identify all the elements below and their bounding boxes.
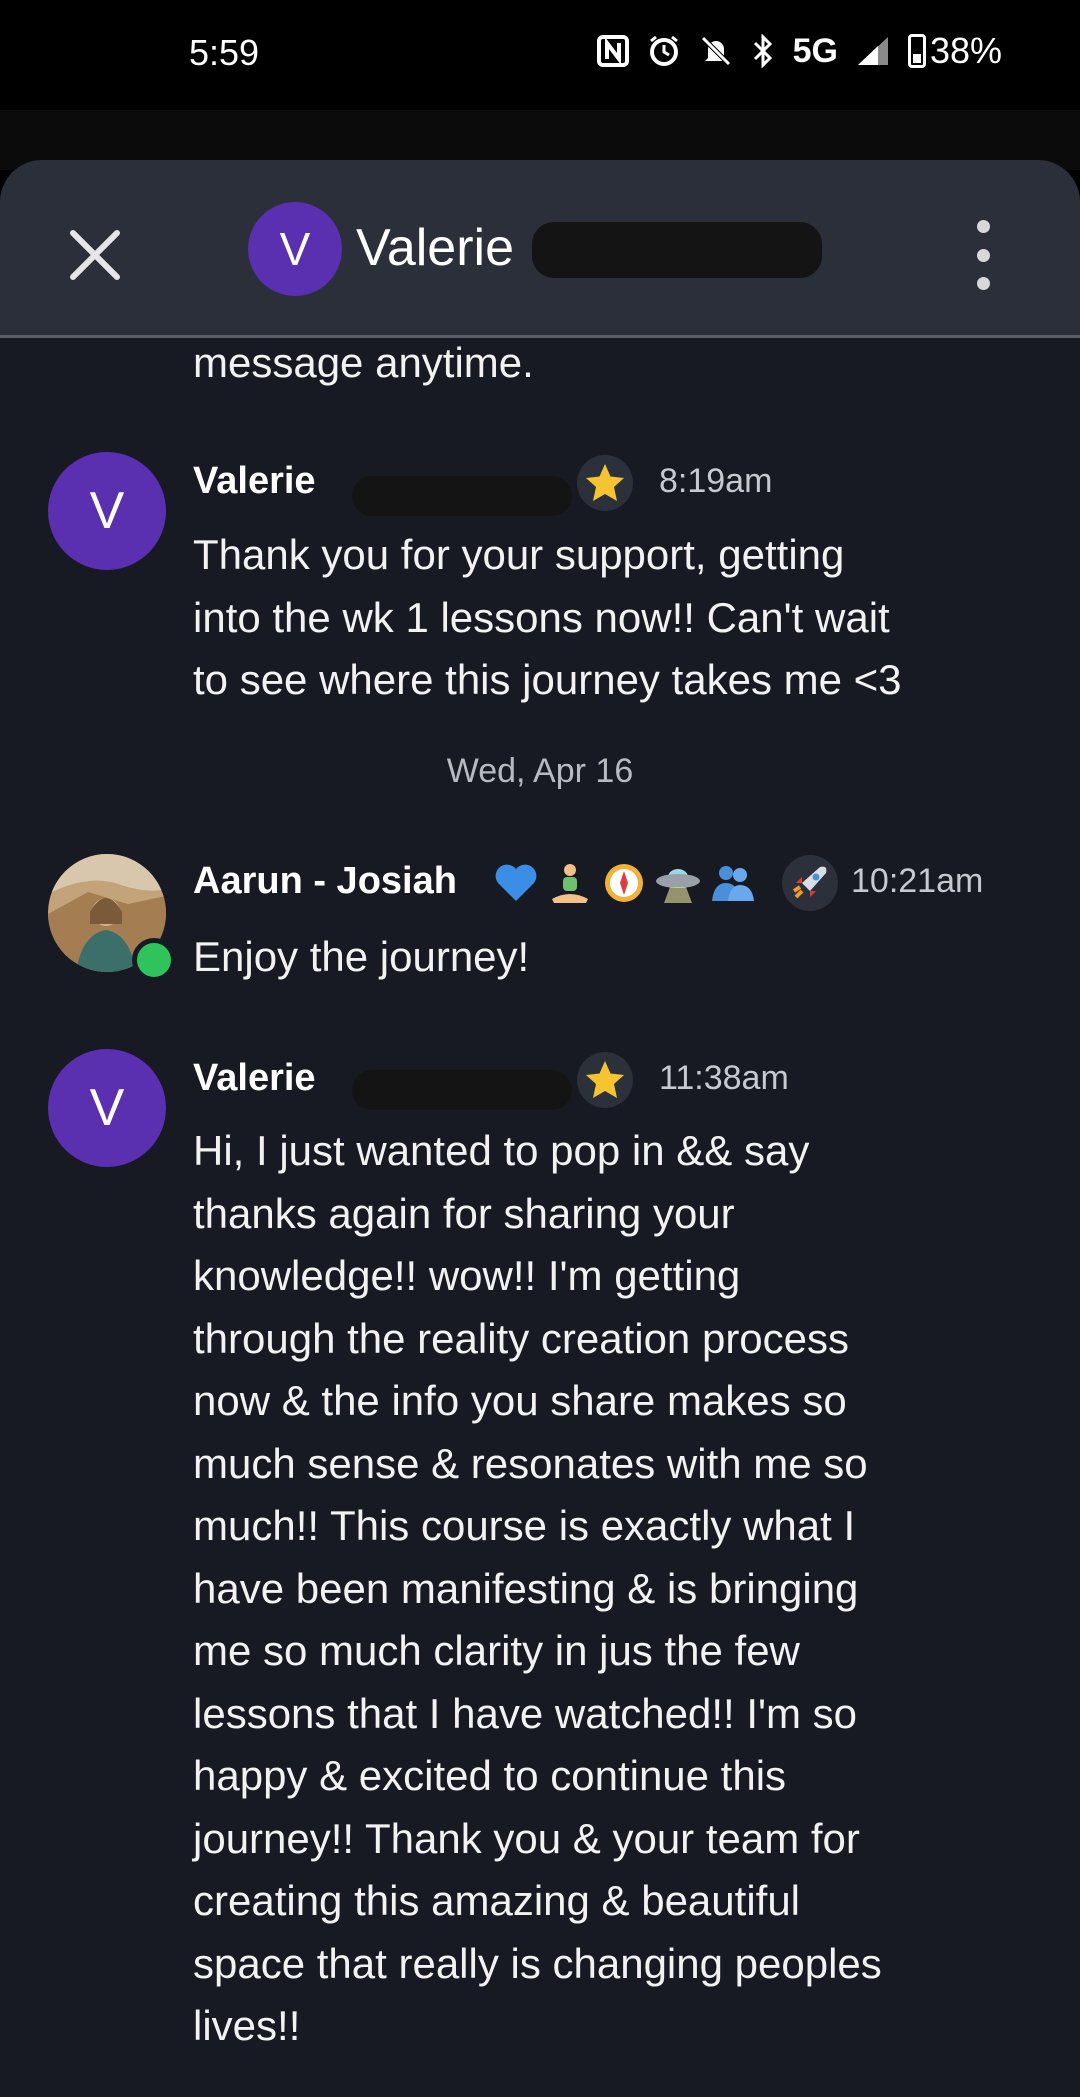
chat-header: V Valerie: [0, 160, 1080, 338]
close-icon[interactable]: [60, 220, 130, 290]
message-text-partial: message anytime.: [193, 339, 534, 386]
alarm-icon: [647, 34, 681, 68]
date-separator: Wed, Apr 16: [446, 752, 634, 790]
avatar[interactable]: V: [48, 452, 166, 570]
redacted-surname: [532, 222, 822, 278]
profile-badges: [492, 855, 838, 911]
redacted-surname: [352, 1070, 572, 1110]
star-icon: [577, 1052, 633, 1108]
meditation-icon: [546, 859, 594, 907]
online-indicator: [132, 938, 176, 982]
message-text: Hi, I just wanted to pop in && say thank…: [193, 1127, 882, 2049]
redacted-surname: [352, 476, 572, 516]
ufo-icon: [654, 859, 702, 907]
message-text: Enjoy the journey!: [193, 933, 530, 980]
status-time: 5:59: [189, 32, 260, 73]
message-time: 8:19am: [659, 462, 773, 500]
network-label: 5G: [792, 31, 838, 70]
message-time: 11:38am: [659, 1059, 789, 1097]
message-author[interactable]: Valerie: [193, 460, 316, 503]
message-author[interactable]: Valerie: [193, 1057, 316, 1100]
avatar[interactable]: V: [48, 1049, 166, 1167]
status-bar: 5:59 5G 38%: [0, 0, 1080, 110]
blue-heart-icon: [492, 859, 540, 907]
rocket-icon: [782, 855, 838, 911]
mute-icon: [699, 34, 733, 68]
bluetooth-icon: [751, 34, 775, 68]
compass-icon: [600, 859, 648, 907]
contact-name[interactable]: Valerie: [356, 218, 514, 278]
header-avatar[interactable]: V: [248, 202, 342, 296]
more-vertical-icon[interactable]: [968, 220, 998, 290]
message-time: 10:21am: [851, 862, 984, 900]
chat-sheet[interactable]: V Valerie message anytime. V Valerie 8:1…: [0, 160, 1080, 2097]
star-icon: [577, 455, 633, 511]
nfc-icon: [596, 35, 629, 67]
people-icon: [708, 859, 756, 907]
battery-level: 38%: [929, 30, 1002, 71]
message-author[interactable]: Aarun - Josiah: [193, 860, 457, 903]
status-icons: 5G 38%: [596, 30, 1002, 72]
message-text: Thank you for your support, getting into…: [193, 531, 902, 703]
signal-icon: [856, 35, 890, 67]
battery-icon: 38%: [907, 30, 1002, 72]
